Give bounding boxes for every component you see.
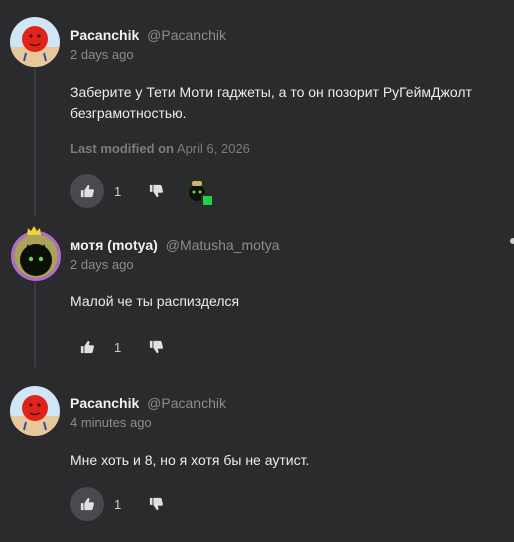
- like-count: 1: [114, 496, 122, 512]
- like-count: 1: [114, 183, 122, 199]
- avatar[interactable]: [11, 231, 61, 281]
- thumbs-up-icon: [80, 340, 94, 354]
- comment-text: Мне хоть и 8, но я хотя бы не аутист.: [70, 452, 310, 468]
- liker-avatar[interactable]: [184, 178, 214, 207]
- author-name[interactable]: мотя (motya): [70, 237, 158, 253]
- timestamp[interactable]: 2 days ago: [70, 47, 226, 62]
- like-button[interactable]: [70, 487, 104, 521]
- thumbs-down-icon: [149, 184, 163, 198]
- avatar[interactable]: [10, 17, 60, 67]
- author-name[interactable]: Pacanchik: [70, 395, 139, 411]
- scroll-indicator[interactable]: [510, 238, 514, 244]
- like-button[interactable]: [70, 330, 104, 364]
- comment-text: Заберите у Тети Моти гаджеты, а то он по…: [70, 84, 472, 121]
- author-handle[interactable]: @Pacanchik: [147, 395, 226, 411]
- online-status-icon: [201, 194, 214, 207]
- comment-text: Малой че ты распизделся: [70, 293, 240, 309]
- author-handle[interactable]: @Matusha_motya: [166, 237, 280, 253]
- thread-line: [34, 282, 36, 367]
- like-button[interactable]: [70, 174, 104, 208]
- author-name[interactable]: Pacanchik: [70, 27, 139, 43]
- crown-icon: [27, 226, 41, 235]
- modified-date: April 6, 2026: [176, 141, 250, 156]
- thread-line: [34, 66, 36, 216]
- author-handle[interactable]: @Pacanchik: [147, 27, 226, 43]
- modified-note: Last modified on April 6, 2026: [70, 141, 250, 156]
- dislike-button[interactable]: [142, 490, 170, 518]
- thumbs-up-icon: [80, 497, 94, 511]
- thumbs-down-icon: [149, 497, 163, 511]
- dislike-button[interactable]: [142, 177, 170, 205]
- timestamp[interactable]: 2 days ago: [70, 257, 280, 272]
- like-count: 1: [114, 339, 122, 355]
- dislike-button[interactable]: [142, 333, 170, 361]
- thumbs-up-icon: [80, 184, 94, 198]
- avatar[interactable]: [10, 386, 60, 436]
- thumbs-down-icon: [149, 340, 163, 354]
- modified-label: Last modified on: [70, 141, 174, 156]
- timestamp[interactable]: 4 minutes ago: [70, 415, 226, 430]
